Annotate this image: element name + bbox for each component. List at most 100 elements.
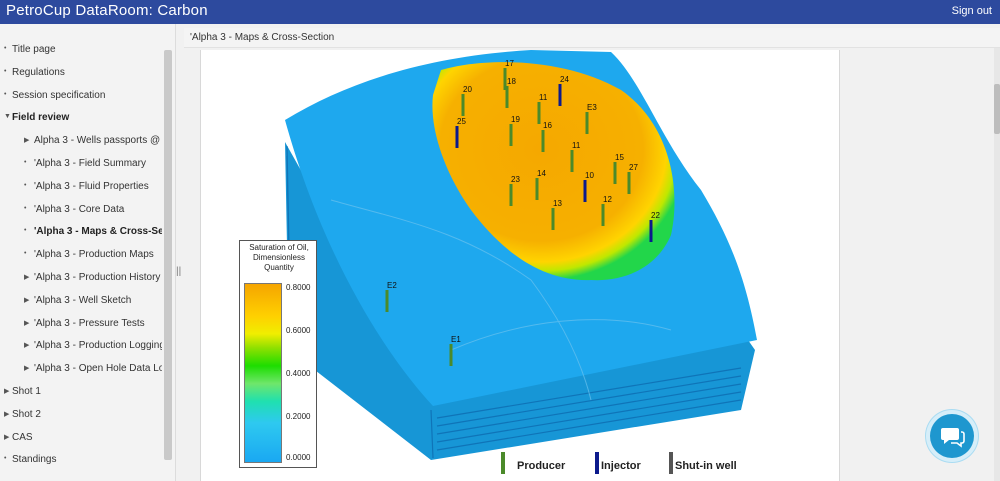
sidebar-item-label: 'Alpha 3 - Production History	[34, 272, 161, 283]
app-title: PetroCup DataRoom: Carbon	[6, 2, 208, 19]
well-marker	[570, 150, 574, 172]
content-scrollbar[interactable]	[994, 48, 1000, 481]
well-marker	[541, 130, 545, 152]
chat-button[interactable]	[930, 414, 974, 458]
well-label: E2	[387, 281, 397, 290]
sidebar-item-label: 'Alpha 3 - Fluid Properties	[34, 180, 149, 192]
content-title: 'Alpha 3 - Maps & Cross-Section	[190, 32, 335, 43]
sidebar-item[interactable]: ▶ 'Alpha 3 - Pressure Tests	[0, 315, 162, 335]
well-label: 20	[463, 85, 472, 94]
well-marker	[449, 344, 453, 366]
sidebar-item[interactable]: • Session specification	[0, 87, 162, 107]
sidebar-item[interactable]: • Regulations	[0, 64, 162, 84]
legend-tick-label: 0.4000	[286, 369, 311, 378]
sidebar-item-label: 'Alpha 3 - Well Sketch	[34, 294, 132, 306]
well-label: 18	[507, 77, 516, 86]
sidebar-item[interactable]: ▶ Shot 2	[0, 406, 162, 426]
sidebar-item[interactable]: ▶ CAS	[0, 429, 162, 449]
well-label: 13	[553, 199, 562, 208]
bullet-icon: •	[4, 455, 7, 463]
well-marker	[509, 124, 513, 146]
well-label: 11	[572, 141, 581, 150]
well-marker	[585, 112, 589, 134]
sidebar-item[interactable]: ▶ 'Alpha 3 - Production History	[0, 269, 162, 289]
sidebar-item[interactable]: ▶ Shot 1	[0, 383, 162, 403]
well-marker	[558, 84, 562, 106]
document-viewer: 20 17 18 24 11 E3 25 19 16 11 15 27 14 10 23 13 12 22 E2 E1…	[184, 50, 990, 481]
sidebar-item[interactable]: ▶ 'Alpha 3 - Well Sketch	[0, 292, 162, 312]
top-bar: PetroCup DataRoom: Carbon Sign out	[0, 0, 1000, 24]
well-marker	[601, 204, 605, 226]
sidebar: • Title page • Regulations • Session specific…	[0, 24, 176, 481]
well-label: E3	[587, 103, 597, 112]
bullet-icon: •	[24, 204, 27, 212]
sidebar-item[interactable]: • Standings	[0, 451, 162, 471]
sidebar-item-label: 'Alpha 3 - Field Summary	[34, 158, 146, 169]
sidebar-item-label: Session specification	[12, 89, 106, 101]
sidebar-item-label: Shot 1	[12, 386, 41, 397]
sidebar-item-label: CAS	[12, 431, 33, 443]
bullet-icon: •	[24, 250, 27, 258]
sign-out-link[interactable]: Sign out	[952, 5, 992, 17]
collapse-arrow-icon: ▼	[4, 113, 11, 121]
expand-arrow-icon: ▶	[4, 410, 10, 418]
well-label: 25	[457, 117, 466, 126]
sidebar-item-label: Standings	[12, 454, 57, 466]
expand-arrow-icon: ▶	[24, 365, 30, 373]
sidebar-item-label: 'Alpha 3 - Core Data	[34, 203, 125, 215]
sidebar-item[interactable]: • 'Alpha 3 - Field Summary	[0, 155, 162, 175]
sidebar-item[interactable]: • 'Alpha 3 - Maps & Cross-Section	[0, 223, 162, 243]
sidebar-item-label: 'Alpha 3 - Open Hole Data Log	[34, 363, 162, 375]
bullet-icon: •	[4, 45, 7, 52]
sidebar-item[interactable]: ▶ Alpha 3 - Wells passports @ #	[0, 132, 162, 152]
expand-arrow-icon: ▶	[24, 342, 30, 350]
bullet-icon: •	[4, 67, 7, 75]
sidebar-item[interactable]: • 'Alpha 3 - Production Maps	[0, 246, 162, 266]
well-label: E1	[451, 335, 461, 344]
sidebar-item[interactable]: • 'Alpha 3 - Core Data	[0, 201, 162, 221]
sidebar-item-label: 'Alpha 3 - Production Maps	[34, 249, 154, 261]
legend-tick-label: 0.6000	[286, 326, 311, 335]
bullet-icon: •	[24, 181, 27, 189]
sidebar-item[interactable]: ▶ 'Alpha 3 - Production Logging	[0, 337, 162, 357]
well-marker	[535, 178, 539, 200]
sidebar-item[interactable]: ▶ 'Alpha 3 - Open Hole Data Log	[0, 360, 162, 380]
content-scrollbar-thumb[interactable]	[994, 84, 1000, 134]
saturation-legend: Saturation of Oil, Dimensionless Quantit…	[239, 240, 317, 468]
well-label: 24	[560, 75, 569, 84]
well-marker	[551, 208, 555, 230]
legend-tick-label: 0.8000	[286, 283, 311, 292]
bullet-icon: •	[4, 90, 7, 98]
bullet-icon: •	[24, 159, 27, 166]
well-label: 22	[651, 211, 660, 220]
expand-arrow-icon: ▶	[24, 319, 30, 327]
well-marker	[385, 290, 389, 312]
legend-colorbar	[244, 283, 282, 463]
well-marker	[649, 220, 653, 242]
sidebar-item[interactable]: • Title page	[0, 41, 162, 61]
content-header: 'Alpha 3 - Maps & Cross-Section	[184, 28, 1000, 48]
expand-arrow-icon: ▶	[4, 433, 10, 441]
sidebar-item-label: 'Alpha 3 - Maps & Cross-Section	[34, 226, 162, 238]
sidebar-item[interactable]: ▼ Field review	[0, 109, 162, 129]
well-label: 11	[539, 93, 548, 102]
sidebar-item[interactable]: • 'Alpha 3 - Fluid Properties	[0, 178, 162, 198]
well-marker	[537, 102, 541, 124]
sidebar-item-label: Shot 2	[12, 408, 41, 420]
well-marker	[613, 162, 617, 184]
producer-key-icon	[501, 452, 505, 474]
well-label: 12	[603, 195, 612, 204]
sidebar-item-label: Alpha 3 - Wells passports @ #	[34, 135, 162, 147]
sidebar-scrollbar[interactable]	[164, 50, 172, 460]
bullet-icon: •	[24, 227, 27, 235]
chat-bubble-icon	[941, 428, 965, 448]
injector-key-label: Injector	[601, 460, 641, 472]
legend-tick-label: 0.0000	[286, 453, 311, 462]
sidebar-splitter-handle[interactable]: ||	[176, 266, 181, 277]
sidebar-item-label: 'Alpha 3 - Pressure Tests	[34, 317, 145, 329]
document-page: 20 17 18 24 11 E3 25 19 16 11 15 27 14 10 23 13 12 22 E2 E1…	[200, 50, 840, 481]
sidebar-item-label: Field review	[12, 112, 70, 124]
sidebar-item-label: 'Alpha 3 - Production Logging	[34, 340, 162, 352]
well-label: 16	[543, 121, 552, 130]
expand-arrow-icon: ▶	[4, 388, 10, 395]
